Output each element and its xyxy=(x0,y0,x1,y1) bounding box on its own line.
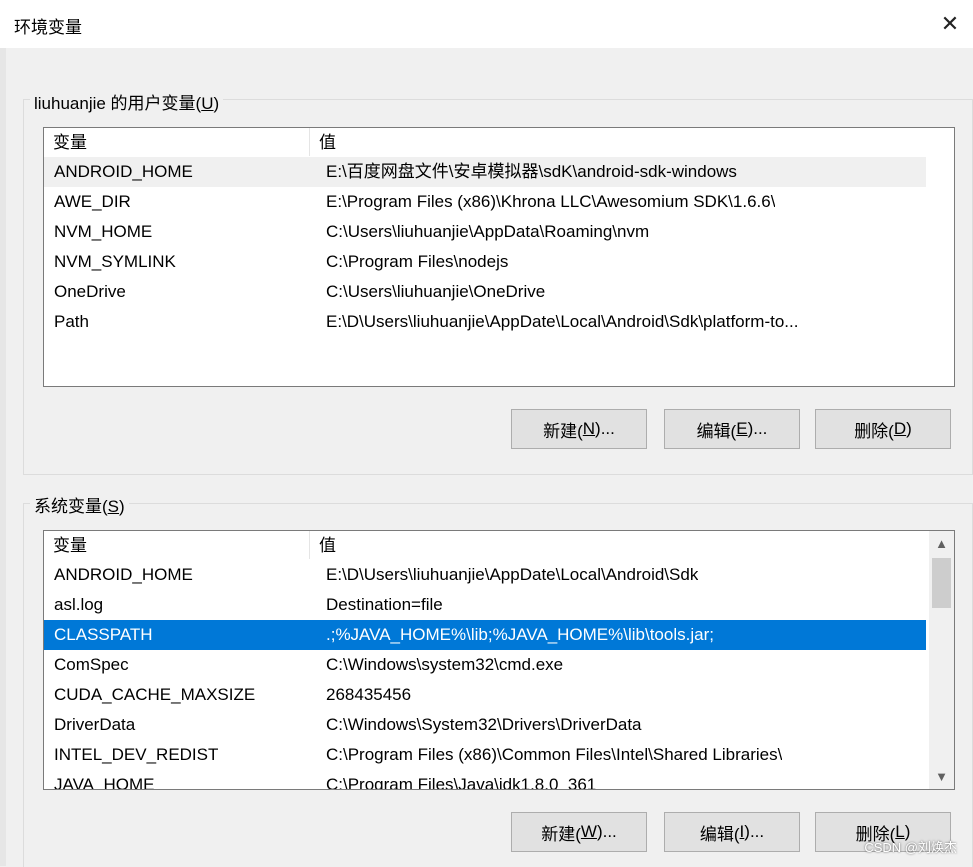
button-label: ) xyxy=(906,419,912,438)
vertical-scrollbar[interactable]: ▲ ▼ xyxy=(929,531,954,789)
table-row[interactable]: asl.log Destination=file xyxy=(44,590,926,620)
var-value: C:\Windows\System32\Drivers\DriverData xyxy=(326,715,642,734)
user-delete-button[interactable]: 删除(D) xyxy=(815,409,951,449)
table-row-selected[interactable]: CLASSPATH .;%JAVA_HOME%\lib;%JAVA_HOME%\… xyxy=(44,620,926,650)
button-accesskey: W xyxy=(580,822,597,841)
var-value: E:\D\Users\liuhuanjie\AppDate\Local\Andr… xyxy=(326,312,799,331)
system-vars-label-prefix: 系统变量( xyxy=(34,497,108,516)
column-header-value[interactable]: 值 xyxy=(310,531,336,559)
user-vars-rows: ANDROID_HOME E:\百度网盘文件\安卓模拟器\sdK\android… xyxy=(44,157,926,337)
scroll-down-icon[interactable]: ▼ xyxy=(929,764,954,789)
user-edit-button[interactable]: 编辑(E)... xyxy=(664,409,800,449)
system-vars-label: 系统变量(S) xyxy=(30,492,129,517)
column-header-value[interactable]: 值 xyxy=(310,128,336,156)
var-name: AWE_DIR xyxy=(54,192,131,211)
table-row[interactable]: JAVA_HOME C:\Program Files\Java\jdk1.8.0… xyxy=(44,770,926,790)
var-value: E:\百度网盘文件\安卓模拟器\sdK\android-sdk-windows xyxy=(326,162,737,181)
user-vars-label-key: U xyxy=(201,94,214,113)
var-value: E:\Program Files (x86)\Khrona LLC\Awesom… xyxy=(326,192,776,211)
table-row[interactable]: ANDROID_HOME E:\百度网盘文件\安卓模拟器\sdK\android… xyxy=(44,157,926,187)
user-vars-label: liuhuanjie 的用户变量(U) xyxy=(30,89,224,114)
button-accesskey: E xyxy=(736,419,748,438)
button-accesskey: D xyxy=(893,419,907,438)
var-value: C:\Program Files\nodejs xyxy=(326,252,509,271)
button-label: 新建( xyxy=(541,824,581,844)
var-name: asl.log xyxy=(54,595,104,614)
var-name: ANDROID_HOME xyxy=(54,162,193,181)
button-label: 新建( xyxy=(543,421,583,441)
window-title: 环境变量 xyxy=(14,18,82,37)
table-row[interactable]: ComSpec C:\Windows\system32\cmd.exe xyxy=(44,650,926,680)
scroll-thumb[interactable] xyxy=(932,558,951,608)
table-row[interactable]: Path E:\D\Users\liuhuanjie\AppDate\Local… xyxy=(44,307,926,337)
user-vars-label-suffix: ) xyxy=(213,94,220,113)
watermark: CSDN @刘焕杰 xyxy=(864,840,957,855)
user-new-button[interactable]: 新建(N)... xyxy=(511,409,647,449)
var-name: OneDrive xyxy=(54,282,126,301)
column-header-name[interactable]: 变量 xyxy=(44,531,310,559)
var-name: DriverData xyxy=(54,715,136,734)
button-label: )... xyxy=(744,822,765,841)
button-label: 删除( xyxy=(854,421,894,441)
user-vars-list[interactable]: 变量 值 ANDROID_HOME E:\百度网盘文件\安卓模拟器\sdK\an… xyxy=(43,127,955,387)
system-vars-label-suffix: ) xyxy=(119,497,125,516)
table-row[interactable]: NVM_HOME C:\Users\liuhuanjie\AppData\Roa… xyxy=(44,217,926,247)
var-name: CUDA_CACHE_MAXSIZE xyxy=(54,685,256,704)
var-value: E:\D\Users\liuhuanjie\AppDate\Local\Andr… xyxy=(326,565,699,584)
var-value: C:\Program Files (x86)\Common Files\Inte… xyxy=(326,745,783,764)
user-vars-label-prefix: liuhuanjie 的用户变量( xyxy=(34,94,202,113)
table-row[interactable]: OneDrive C:\Users\liuhuanjie\OneDrive xyxy=(44,277,926,307)
var-name: CLASSPATH xyxy=(54,625,153,644)
button-accesskey: N xyxy=(582,419,596,438)
title-bar: 环境变量 ✕ xyxy=(0,0,973,48)
var-value: C:\Program Files\Java\jdk1.8.0_361 xyxy=(326,775,597,790)
table-row[interactable]: ANDROID_HOME E:\D\Users\liuhuanjie\AppDa… xyxy=(44,560,926,590)
table-row[interactable]: INTEL_DEV_REDIST C:\Program Files (x86)\… xyxy=(44,740,926,770)
system-new-button[interactable]: 新建(W)... xyxy=(511,812,647,852)
var-value: Destination=file xyxy=(326,595,443,614)
var-value: C:\Users\liuhuanjie\AppData\Roaming\nvm xyxy=(326,222,650,241)
button-label: )... xyxy=(595,419,615,438)
table-row[interactable]: AWE_DIR E:\Program Files (x86)\Khrona LL… xyxy=(44,187,926,217)
var-value: .;%JAVA_HOME%\lib;%JAVA_HOME%\lib\tools.… xyxy=(326,625,714,644)
system-vars-label-key: S xyxy=(107,497,120,516)
table-row[interactable]: CUDA_CACHE_MAXSIZE 268435456 xyxy=(44,680,926,710)
button-label: 编辑( xyxy=(699,824,740,844)
button-label: )... xyxy=(596,822,617,841)
var-value: 268435456 xyxy=(326,685,412,704)
button-label: )... xyxy=(747,419,768,438)
var-name: ANDROID_HOME xyxy=(54,565,193,584)
list-header: 变量 值 xyxy=(44,531,928,559)
var-value: C:\Users\liuhuanjie\OneDrive xyxy=(326,282,546,301)
table-row[interactable]: NVM_SYMLINK C:\Program Files\nodejs xyxy=(44,247,926,277)
column-header-name[interactable]: 变量 xyxy=(44,128,310,156)
window-edge xyxy=(0,48,6,866)
table-row[interactable]: DriverData C:\Windows\System32\Drivers\D… xyxy=(44,710,926,740)
scroll-up-icon[interactable]: ▲ xyxy=(929,531,954,556)
var-name: NVM_HOME xyxy=(54,222,153,241)
var-name: INTEL_DEV_REDIST xyxy=(54,745,219,764)
system-edit-button[interactable]: 编辑(I)... xyxy=(664,812,800,852)
var-name: JAVA_HOME xyxy=(54,775,155,790)
button-label: 编辑( xyxy=(696,421,737,441)
var-name: Path xyxy=(54,312,89,331)
var-name: NVM_SYMLINK xyxy=(54,252,176,271)
list-header: 变量 值 xyxy=(44,128,928,156)
var-name: ComSpec xyxy=(54,655,129,674)
system-vars-list[interactable]: 变量 值 ANDROID_HOME E:\D\Users\liuhuanjie\… xyxy=(43,530,955,790)
close-icon[interactable]: ✕ xyxy=(927,0,973,48)
var-value: C:\Windows\system32\cmd.exe xyxy=(326,655,564,674)
system-vars-rows: ANDROID_HOME E:\D\Users\liuhuanjie\AppDa… xyxy=(44,560,926,790)
